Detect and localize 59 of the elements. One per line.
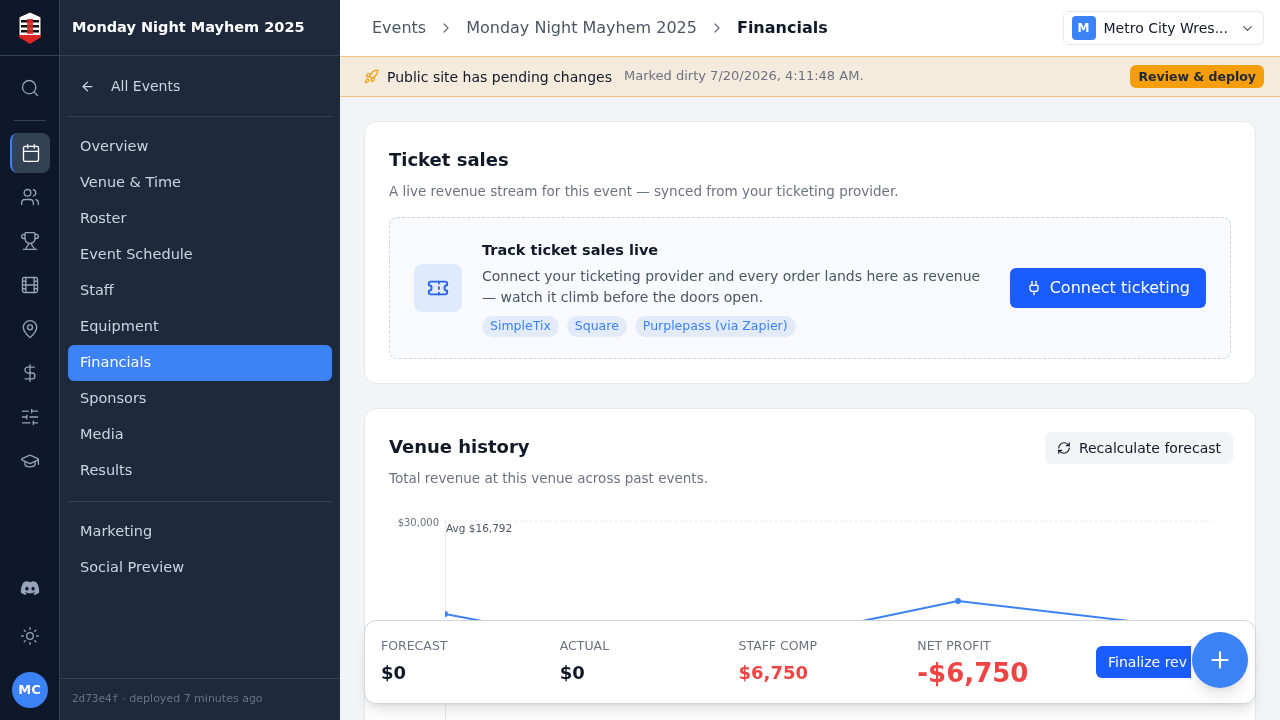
provider-tag: Square: [566, 315, 627, 337]
organization-select[interactable]: M Metro City Wres...: [1062, 11, 1264, 45]
discord-icon: [19, 578, 40, 598]
nav-item[interactable]: Staff: [68, 273, 332, 309]
card-title: Ticket sales: [389, 148, 510, 172]
card-subtitle: Total revenue at this venue across past events.: [389, 469, 708, 489]
refresh-icon: [1056, 441, 1071, 456]
banner-title: Public site has pending changes: [387, 67, 612, 87]
rocket-icon: [364, 69, 379, 84]
card-subtitle: A live revenue stream for this event — synced from your ticketing provider.: [389, 182, 900, 201]
nav-item[interactable]: Equipment: [68, 309, 332, 345]
stat-label: STAFF COMP: [738, 636, 818, 655]
nav-item[interactable]: Marketing: [68, 514, 332, 550]
review-deploy-button[interactable]: Review & deploy: [1130, 65, 1264, 88]
stat-label: ACTUAL: [559, 636, 611, 655]
cta-text: Connect your ticketing provider and every order lands here as revenue — watch it climb before the doors open.: [482, 266, 982, 307]
users-icon: [19, 187, 40, 207]
back-link[interactable]: All Events: [68, 68, 193, 104]
provider-tag: SimpleTix: [482, 315, 559, 337]
stat-value: $0: [381, 661, 408, 686]
sliders-icon: [19, 407, 40, 427]
user-avatar[interactable]: MC: [11, 672, 48, 708]
nav-item[interactable]: Overview: [68, 129, 332, 165]
stat-label: NET PROFIT: [917, 636, 992, 655]
commit-hash: 2d73e4f: [72, 691, 119, 708]
stat-value: $0: [559, 661, 586, 686]
average-label: Avg $16,792: [446, 520, 513, 536]
logo-icon: [17, 10, 42, 45]
calendar-icon: [20, 143, 41, 163]
search-icon: [19, 78, 40, 98]
breadcrumb-current: Financials: [736, 17, 828, 39]
finalize-button[interactable]: Finalize rev: [1096, 646, 1191, 678]
stat-label: FORECAST: [381, 636, 449, 655]
nav-item[interactable]: Media: [68, 417, 332, 453]
event-title: Monday Night Mayhem 2025: [72, 17, 305, 37]
breadcrumb-link[interactable]: Monday Night Mayhem 2025: [466, 16, 697, 40]
trophy-icon: [19, 231, 40, 251]
card-title: Venue history: [389, 435, 531, 460]
nav-item[interactable]: Sponsors: [68, 381, 332, 417]
sun-icon: [19, 626, 40, 646]
deploy-status: · deployed 7 minutes ago: [122, 691, 263, 708]
stat-value: $6,750: [738, 661, 809, 686]
y-axis-label: $30,000: [396, 515, 440, 529]
nav-item[interactable]: Social Preview: [68, 550, 332, 586]
provider-tag: Purplepass (via Zapier): [634, 315, 796, 337]
connect-ticketing-button[interactable]: Connect ticketing: [1009, 268, 1206, 309]
film-icon: [19, 275, 40, 295]
stat-value: -$6,750: [917, 659, 1030, 688]
cta-title: Track ticket sales live: [482, 241, 660, 260]
breadcrumb-link[interactable]: Events: [372, 16, 427, 40]
nav-item[interactable]: Event Schedule: [68, 237, 332, 273]
organization-initial: M: [1071, 16, 1096, 40]
rail-button[interactable]: [9, 133, 50, 173]
banner-detail: Marked dirty 7/20/2026, 4:11:48 AM.: [624, 67, 864, 86]
nav-item[interactable]: Roster: [68, 201, 332, 237]
nav-item[interactable]: Financials: [68, 345, 332, 381]
nav-item[interactable]: Results: [68, 453, 332, 489]
recalculate-forecast-button[interactable]: Recalculate forecast: [1044, 432, 1233, 465]
nav-item[interactable]: Venue & Time: [68, 165, 332, 201]
